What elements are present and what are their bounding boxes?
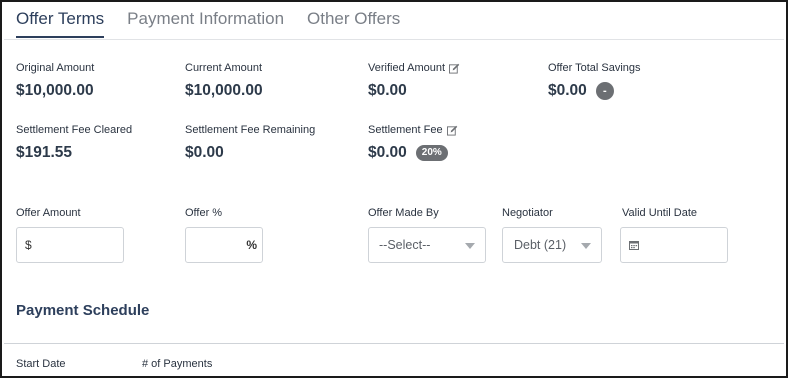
offer-made-by-selected: --Select--: [379, 238, 431, 252]
savings-badge: -: [595, 82, 614, 100]
original-amount: Original Amount $10,000.00: [16, 62, 94, 100]
tab-divider: [4, 39, 784, 40]
tab-offer-terms[interactable]: Offer Terms: [16, 8, 105, 38]
verified-amount-label: Verified Amount: [368, 62, 446, 74]
offer-panel: Offer Terms Payment Information Other Of…: [0, 0, 788, 378]
chevron-down-icon: [465, 243, 475, 249]
settlement-fee-cleared-value: $191.55: [16, 144, 73, 161]
current-amount-label: Current Amount: [185, 62, 263, 74]
settlement-fee-percent-badge: 20%: [415, 145, 448, 161]
edit-icon[interactable]: [449, 63, 460, 74]
verified-amount-value: $0.00: [368, 82, 407, 99]
settlement-fee-value: $0.00: [368, 144, 407, 161]
original-amount-value: $10,000.00: [16, 82, 94, 99]
offer-amount-label: Offer Amount: [16, 207, 81, 219]
negotiator-selected: Debt (21): [514, 238, 567, 252]
payment-schedule-title: Payment Schedule: [16, 302, 150, 319]
verified-amount: Verified Amount $0.00: [368, 62, 460, 100]
settlement-fee-remaining: Settlement Fee Remaining $0.00: [185, 124, 315, 162]
edit-icon[interactable]: [446, 125, 458, 136]
original-amount-label: Original Amount: [16, 62, 95, 74]
tab-bar: Offer Terms Payment Information Other Of…: [16, 8, 423, 40]
tab-payment-information[interactable]: Payment Information: [127, 8, 284, 38]
offer-amount-input[interactable]: $: [16, 227, 124, 263]
offer-total-savings-value: $0.00: [548, 82, 587, 99]
offer-percent-input[interactable]: %: [185, 227, 263, 263]
currency-prefix: $: [25, 238, 32, 252]
settlement-fee-cleared: Settlement Fee Cleared $191.55: [16, 124, 132, 162]
negotiator-select[interactable]: Debt (21): [502, 227, 602, 263]
column-header-num-payments: # of Payments: [142, 358, 213, 370]
section-divider: [4, 343, 784, 344]
settlement-fee-label: Settlement Fee: [368, 124, 443, 136]
current-amount-value: $10,000.00: [185, 82, 263, 99]
settlement-fee: Settlement Fee $0.00 20%: [368, 124, 458, 162]
current-amount: Current Amount $10,000.00: [185, 62, 263, 100]
offer-percent-label: Offer %: [185, 207, 223, 219]
chevron-down-icon: [581, 243, 591, 249]
offer-made-by-select[interactable]: --Select--: [368, 227, 486, 263]
percent-suffix: %: [246, 238, 257, 252]
settlement-fee-remaining-value: $0.00: [185, 144, 224, 161]
valid-until-date-label: Valid Until Date: [622, 207, 697, 219]
settlement-fee-cleared-label: Settlement Fee Cleared: [16, 124, 133, 136]
column-header-start-date: Start Date: [16, 358, 66, 370]
valid-until-date-input[interactable]: [620, 227, 728, 263]
offer-made-by-label: Offer Made By: [368, 207, 439, 219]
tab-other-offers[interactable]: Other Offers: [307, 8, 400, 38]
settlement-fee-remaining-label: Settlement Fee Remaining: [185, 124, 316, 136]
offer-total-savings: Offer Total Savings $0.00 -: [548, 62, 641, 100]
negotiator-label: Negotiator: [502, 207, 553, 219]
calendar-icon[interactable]: [629, 240, 639, 250]
offer-total-savings-label: Offer Total Savings: [548, 62, 641, 74]
